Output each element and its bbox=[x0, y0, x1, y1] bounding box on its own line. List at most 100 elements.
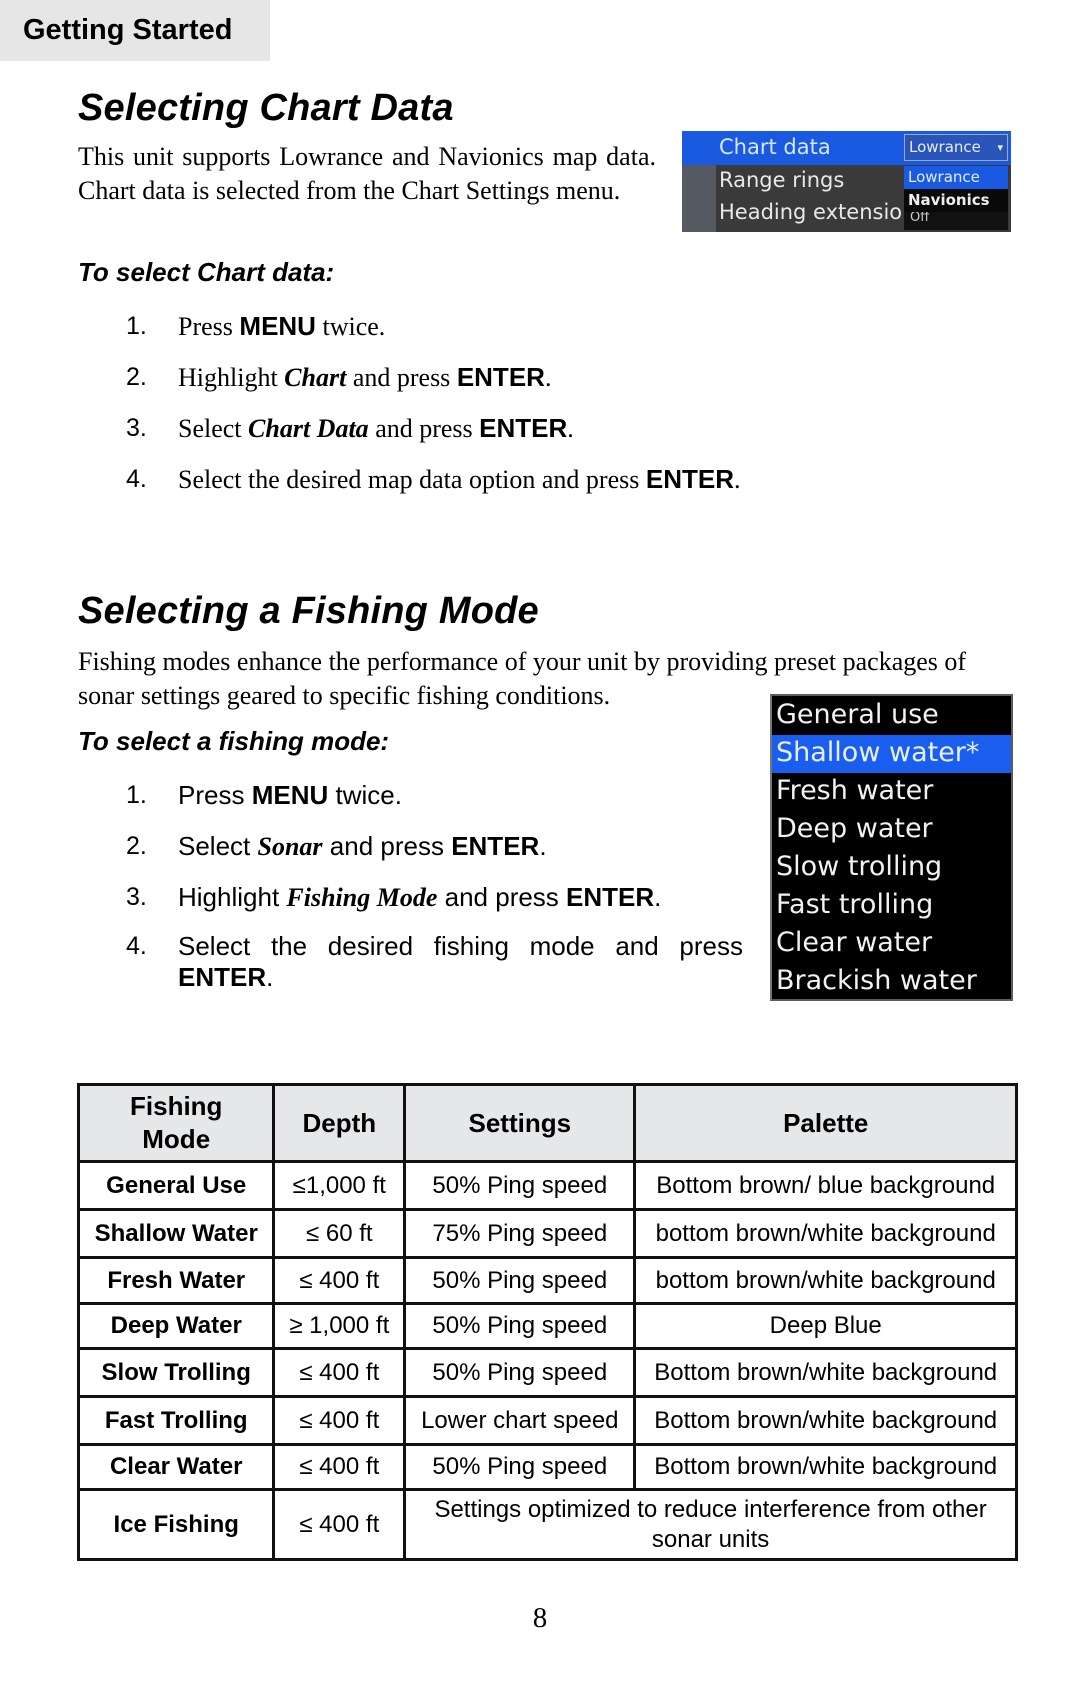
col-header-palette: Palette bbox=[633, 1083, 1018, 1163]
cell-depth: ≤ 400 ft bbox=[272, 1347, 407, 1398]
step-text: . bbox=[567, 414, 574, 443]
step-text: Highlight bbox=[178, 363, 285, 392]
col-header-depth: Depth bbox=[272, 1083, 407, 1163]
section-tab: Getting Started bbox=[0, 0, 270, 61]
step-text: Select the desired map data option and p… bbox=[178, 465, 646, 494]
cell-depth: ≤1,000 ft bbox=[272, 1160, 407, 1211]
cell-depth: ≤ 60 ft bbox=[272, 1208, 407, 1259]
fishing-step: 1. Press MENU twice. bbox=[126, 778, 743, 829]
chart-section-title: Selecting Chart Data bbox=[78, 87, 454, 129]
cell-settings: 50% Ping speed bbox=[403, 1347, 637, 1398]
step-text: twice. bbox=[328, 780, 402, 810]
cell-settings: 50% Ping speed bbox=[403, 1160, 637, 1211]
step-number: 4. bbox=[126, 465, 147, 493]
heading-extension-value: Off bbox=[904, 212, 1008, 230]
table-header-row: Fishing Mode Depth Settings Palette bbox=[76, 1083, 1018, 1163]
step-text: Select bbox=[178, 831, 258, 861]
cell-settings: 50% Ping speed bbox=[403, 1443, 637, 1491]
chart-step: 4. Select the desired map data option and… bbox=[126, 462, 741, 513]
key-label: ENTER bbox=[645, 464, 734, 494]
cell-settings: 50% Ping speed bbox=[403, 1256, 637, 1305]
step-text: . bbox=[544, 363, 552, 392]
fishing-section-title: Selecting a Fishing Mode bbox=[78, 590, 539, 632]
menu-item-name: Fishing Mode bbox=[286, 883, 438, 912]
step-text: . bbox=[654, 882, 662, 912]
step-text: and press bbox=[322, 831, 452, 861]
dropdown-value: Lowrance bbox=[909, 138, 981, 156]
menu-item-name: Chart bbox=[284, 363, 347, 392]
key-label: ENTER bbox=[479, 413, 568, 443]
fishing-step: 4. Select the desired fishing mode and pr… bbox=[126, 931, 743, 1001]
mode-menu-item: Deep water bbox=[776, 813, 933, 844]
cell-mode: Shallow Water bbox=[76, 1208, 276, 1259]
mode-menu-item-selected: Shallow water* bbox=[772, 735, 1011, 773]
mode-menu-item: Clear water bbox=[776, 927, 933, 958]
step-number: 2. bbox=[126, 363, 147, 391]
cell-depth: ≤ 400 ft bbox=[272, 1256, 407, 1305]
cell-palette: bottom brown/white background bbox=[633, 1208, 1018, 1259]
step-text: and press bbox=[346, 363, 457, 392]
cell-palette: Deep Blue bbox=[633, 1302, 1018, 1350]
cell-palette: Bottom brown/ blue background bbox=[633, 1160, 1018, 1211]
dropdown-option: Navionics bbox=[904, 189, 1008, 212]
step-text: . bbox=[539, 831, 547, 861]
fishing-mode-menu-screenshot: General use Shallow water* Fresh water D… bbox=[770, 694, 1013, 1001]
step-text: and press bbox=[437, 882, 567, 912]
key-label: ENTER bbox=[456, 362, 545, 392]
step-number: 1. bbox=[126, 781, 147, 809]
fishing-steps-heading: To select a fishing mode: bbox=[78, 726, 390, 756]
key-label: ENTER bbox=[566, 882, 655, 912]
chart-step: 1. Press MENU twice. bbox=[126, 309, 741, 360]
chart-section-intro: This unit supports Lowrance and Navionic… bbox=[78, 142, 656, 205]
cell-depth: ≥ 1,000 ft bbox=[272, 1302, 407, 1350]
cell-settings: Lower chart speed bbox=[403, 1395, 637, 1446]
table-row: General Use ≤1,000 ft 50% Ping speed Bot… bbox=[76, 1160, 1018, 1211]
key-label: MENU bbox=[251, 780, 329, 810]
cell-palette: Bottom brown/white background bbox=[633, 1347, 1018, 1398]
fishing-steps-list: 1. Press MENU twice. 2. Select Sonar and p… bbox=[126, 778, 743, 1001]
cell-mode: Fast Trolling bbox=[76, 1395, 276, 1446]
cell-mode: Deep Water bbox=[76, 1302, 276, 1350]
table-row: Ice Fishing ≤ 400 ft Settings optimized … bbox=[76, 1488, 1018, 1561]
mode-menu-item: Fresh water bbox=[776, 775, 934, 806]
table-row: Fresh Water ≤ 400 ft 50% Ping speed bott… bbox=[76, 1256, 1018, 1305]
table-row: Deep Water ≥ 1,000 ft 50% Ping speed Dee… bbox=[76, 1302, 1018, 1350]
step-text: twice. bbox=[315, 312, 386, 341]
menu-item-name: Chart Data bbox=[248, 414, 369, 443]
step-number: 3. bbox=[126, 414, 147, 442]
col-header-settings: Settings bbox=[403, 1083, 637, 1163]
cell-palette: bottom brown/white background bbox=[633, 1256, 1018, 1305]
page-number: 8 bbox=[532, 1602, 548, 1634]
step-text: Press bbox=[178, 312, 240, 341]
fishing-modes-table: Fishing Mode Depth Settings Palette Gener… bbox=[76, 1083, 1018, 1561]
cell-depth: ≤ 400 ft bbox=[272, 1395, 407, 1446]
key-label: ENTER bbox=[451, 831, 540, 861]
cell-mode: Slow Trolling bbox=[76, 1347, 276, 1398]
cell-settings: 50% Ping speed bbox=[403, 1302, 637, 1350]
chart-steps-list: 1. Press MENU twice. 2. Highlight Chart an… bbox=[126, 309, 741, 513]
mode-menu-item: Slow trolling bbox=[776, 851, 943, 882]
mode-menu-item: Fast trolling bbox=[776, 889, 934, 920]
cell-palette: Bottom brown/white background bbox=[633, 1443, 1018, 1491]
cell-mode: Fresh Water bbox=[76, 1256, 276, 1305]
cell-mode: Ice Fishing bbox=[76, 1488, 276, 1561]
step-text: Highlight bbox=[178, 882, 287, 912]
chart-settings-screenshot: Chart data Range rings Heading extension… bbox=[682, 131, 1011, 232]
step-text: . bbox=[734, 465, 741, 494]
table-row: Clear Water ≤ 400 ft 50% Ping speed Bott… bbox=[76, 1443, 1018, 1491]
step-text: . bbox=[266, 962, 274, 992]
table-row: Shallow Water ≤ 60 ft 75% Ping speed bot… bbox=[76, 1208, 1018, 1259]
chart-data-dropdown: Lowrance ▾ bbox=[904, 134, 1008, 161]
fishing-step: 3. Highlight Fishing Mode and press ENTER… bbox=[126, 880, 743, 931]
cell-combined-settings-palette: Settings optimized to reduce interferenc… bbox=[403, 1488, 1018, 1561]
chart-step: 3. Select Chart Data and press ENTER. bbox=[126, 411, 741, 462]
mode-menu-item: Brackish water bbox=[776, 965, 977, 996]
step-text: Press bbox=[178, 780, 252, 810]
menu-item-name: Sonar bbox=[257, 832, 323, 861]
cell-depth: ≤ 400 ft bbox=[272, 1488, 407, 1561]
dropdown-option: Lowrance bbox=[904, 166, 1008, 189]
step-number: 1. bbox=[126, 312, 147, 340]
chart-steps-heading: To select Chart data: bbox=[78, 257, 335, 287]
step-number: 4. bbox=[126, 932, 147, 960]
chart-step: 2. Highlight Chart and press ENTER. bbox=[126, 360, 741, 411]
